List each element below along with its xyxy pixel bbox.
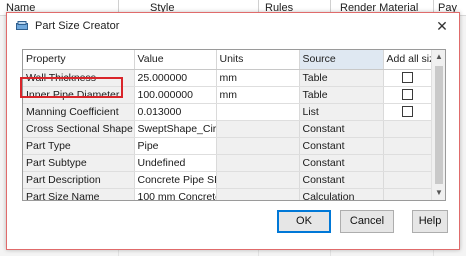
help-button[interactable]: Help <box>412 210 448 233</box>
value-cell[interactable]: Undefined <box>134 154 217 172</box>
property-cell: Part Type <box>23 137 135 155</box>
value-cell[interactable]: SweptShape_Circula <box>134 120 217 138</box>
ok-button[interactable]: OK <box>277 210 331 233</box>
add-all-sizes-cell <box>383 154 433 172</box>
column-header-property[interactable]: Property <box>23 50 135 70</box>
value-cell[interactable]: 100 mm Concrete P <box>134 188 217 200</box>
source-cell: Constant <box>299 137 384 155</box>
table-row[interactable]: Inner Pipe Diameter 100.000000 mm Table <box>23 86 433 104</box>
table-row[interactable]: Part Subtype Undefined Constant <box>23 154 433 172</box>
property-cell: Part Subtype <box>23 154 135 172</box>
source-cell: Table <box>299 69 384 87</box>
close-button[interactable]: ✕ <box>431 17 453 35</box>
units-cell <box>216 171 300 189</box>
add-all-sizes-cell <box>383 103 433 121</box>
units-cell[interactable] <box>216 103 300 121</box>
add-all-sizes-cell <box>383 171 433 189</box>
grid-vertical-scrollbar[interactable]: ▲ ▼ <box>431 50 445 200</box>
units-cell <box>216 154 300 172</box>
add-all-sizes-checkbox[interactable] <box>402 106 413 118</box>
source-cell: Table <box>299 86 384 104</box>
add-all-sizes-cell <box>383 120 433 138</box>
table-row[interactable]: Part Description Concrete Pipe SI Constant <box>23 171 433 189</box>
scroll-up-arrow-icon[interactable]: ▲ <box>434 52 444 62</box>
part-size-creator-dialog: Part Size Creator ✕ Property Value Units… <box>6 12 460 250</box>
units-cell <box>216 120 300 138</box>
value-cell[interactable]: Pipe <box>134 137 217 155</box>
property-cell: Manning Coefficient <box>23 103 135 121</box>
source-cell: Calculation <box>299 188 384 200</box>
value-cell[interactable]: Concrete Pipe SI <box>134 171 217 189</box>
close-icon: ✕ <box>436 18 448 34</box>
property-grid: Property Value Units Source Add all size… <box>22 49 446 201</box>
column-header-units[interactable]: Units <box>216 50 300 70</box>
column-header-source[interactable]: Source <box>299 50 384 70</box>
scroll-down-arrow-icon[interactable]: ▼ <box>434 188 444 198</box>
value-cell[interactable]: 0.013000 <box>134 103 217 121</box>
property-cell: Inner Pipe Diameter <box>23 86 135 104</box>
source-cell: List <box>299 103 384 121</box>
units-cell[interactable]: mm <box>216 69 300 87</box>
dialog-title: Part Size Creator <box>35 20 120 32</box>
cancel-button[interactable]: Cancel <box>340 210 394 233</box>
table-row[interactable]: Manning Coefficient 0.013000 List <box>23 103 433 121</box>
property-cell: Wall Thickness <box>23 69 135 87</box>
part-size-creator-icon <box>16 21 28 30</box>
add-all-sizes-cell <box>383 188 433 200</box>
add-all-sizes-checkbox[interactable] <box>402 89 413 101</box>
column-header-add-all-sizes[interactable]: Add all sizes <box>383 50 433 70</box>
property-cell: Cross Sectional Shape <box>23 120 135 138</box>
units-cell <box>216 188 300 200</box>
table-row[interactable]: Wall Thickness 25.000000 mm Table <box>23 69 433 87</box>
value-cell[interactable]: 100.000000 <box>134 86 217 104</box>
dialog-titlebar[interactable]: Part Size Creator ✕ <box>7 13 459 39</box>
property-table: Property Value Units Source Add all size… <box>23 50 433 200</box>
scroll-thumb[interactable] <box>435 66 443 184</box>
table-row[interactable]: Cross Sectional ShapeSweptShape_Circula C… <box>23 120 433 138</box>
table-row[interactable]: Part Type Pipe Constant <box>23 137 433 155</box>
add-all-sizes-cell <box>383 86 433 104</box>
grid-header-row: Property Value Units Source Add all size… <box>23 50 433 70</box>
add-all-sizes-cell <box>383 137 433 155</box>
units-cell <box>216 137 300 155</box>
source-cell: Constant <box>299 154 384 172</box>
add-all-sizes-cell <box>383 69 433 87</box>
source-cell: Constant <box>299 171 384 189</box>
property-cell: Part Description <box>23 171 135 189</box>
column-header-value[interactable]: Value <box>134 50 217 70</box>
property-cell: Part Size Name <box>23 188 135 200</box>
add-all-sizes-checkbox[interactable] <box>402 72 413 84</box>
value-cell[interactable]: 25.000000 <box>134 69 217 87</box>
source-cell: Constant <box>299 120 384 138</box>
table-row[interactable]: Part Size Name100 mm Concrete P Calculati… <box>23 188 433 200</box>
units-cell[interactable]: mm <box>216 86 300 104</box>
